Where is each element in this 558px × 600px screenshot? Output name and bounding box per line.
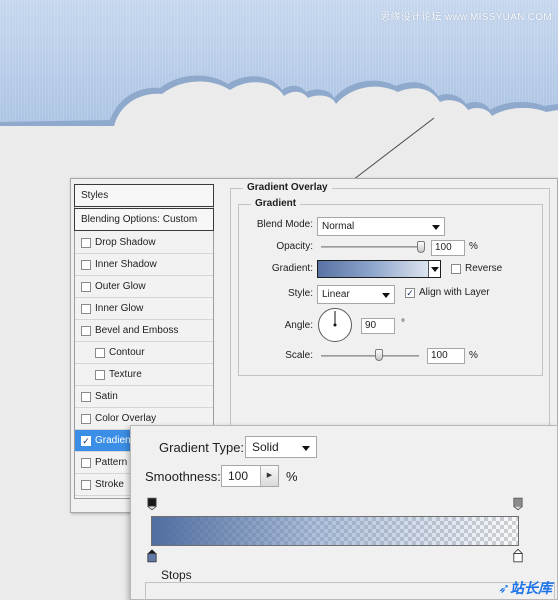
- color-overlay-checkbox[interactable]: [81, 413, 91, 424]
- blend-mode-select[interactable]: Normal: [317, 217, 445, 236]
- style-item-satin[interactable]: Satin: [75, 386, 213, 408]
- style-label: Style:: [287, 288, 313, 299]
- smoothness-label: Smoothness:: [145, 469, 221, 484]
- bevel-and-emboss-checkbox[interactable]: [81, 325, 91, 336]
- scale-input[interactable]: 100: [427, 348, 465, 364]
- gradient-dropdown-button[interactable]: [428, 261, 440, 277]
- texture-checkbox[interactable]: [95, 369, 105, 380]
- style-item-outer-glow[interactable]: Outer Glow: [75, 276, 213, 298]
- logo-text-2: 库: [538, 580, 552, 596]
- contour-checkbox[interactable]: [95, 347, 105, 358]
- gradient-editor-zoom: Gradient Type: Solid Smoothness: 100 ▶ %…: [130, 425, 558, 600]
- style-item-label: Bevel and Emboss: [95, 325, 179, 336]
- align-with-layer-label: Align with Layer: [419, 287, 490, 298]
- chevron-down-icon: [431, 267, 439, 272]
- logo-text-1: 站长: [510, 580, 538, 596]
- style-item-contour[interactable]: Contour: [75, 342, 213, 364]
- inner-shadow-checkbox[interactable]: [81, 259, 91, 270]
- smoothness-percent: %: [286, 469, 298, 484]
- stroke-checkbox[interactable]: [81, 479, 91, 490]
- opacity-slider-thumb[interactable]: [417, 241, 425, 253]
- angle-label: Angle:: [284, 320, 313, 331]
- pattern-overlay-checkbox[interactable]: [81, 457, 91, 468]
- scale-slider-track[interactable]: [321, 355, 419, 357]
- stops-label: Stops: [157, 568, 196, 582]
- style-item-label: Inner Shadow: [95, 259, 157, 270]
- watermark-text: 思缘设计论坛 www.MISSYUAN.COM: [380, 12, 552, 23]
- style-item-label: Gradien: [95, 435, 131, 446]
- align-with-layer-checkbox[interactable]: ✓: [405, 288, 415, 298]
- gradient-type-value: Solid: [252, 440, 279, 454]
- gradient-type-label: Gradient Type:: [159, 440, 245, 455]
- satin-checkbox[interactable]: [81, 391, 91, 402]
- gradient-group-title: Gradient: [251, 198, 301, 209]
- styles-header-label: Styles: [81, 190, 109, 201]
- opacity-stop-right[interactable]: [513, 496, 523, 512]
- spinner-arrow-icon[interactable]: ▶: [260, 466, 278, 486]
- style-select[interactable]: Linear: [317, 285, 395, 304]
- style-item-label: Color Overlay: [95, 413, 157, 424]
- color-stop-right[interactable]: [513, 548, 523, 564]
- style-item-bevel-and-emboss[interactable]: Bevel and Emboss: [75, 320, 213, 342]
- logo-swoosh-icon: ➶: [498, 580, 510, 596]
- watermark-logo: ➶站长库: [498, 578, 552, 598]
- gradient-preview[interactable]: [317, 260, 441, 278]
- opacity-label: Opacity:: [276, 241, 313, 252]
- opacity-slider-track[interactable]: [321, 246, 425, 248]
- style-item-label: Drop Shadow: [95, 237, 156, 248]
- style-item-label: Inner Glow: [95, 303, 144, 314]
- angle-dial[interactable]: [317, 307, 353, 343]
- gradient-label: Gradient:: [271, 263, 313, 274]
- style-value: Linear: [322, 289, 350, 300]
- style-item-inner-glow[interactable]: Inner Glow: [75, 298, 213, 320]
- drop-shadow-checkbox[interactable]: [81, 237, 91, 248]
- style-item-label: Texture: [109, 369, 142, 380]
- smoothness-input[interactable]: 100 ▶: [221, 465, 279, 487]
- smoothness-value: 100: [228, 469, 249, 483]
- scale-label: Scale:: [285, 350, 313, 361]
- reverse-label: Reverse: [465, 263, 503, 274]
- blend-mode-label: Blend Mode:: [256, 219, 313, 230]
- reverse-checkbox[interactable]: [451, 264, 461, 274]
- style-item-drop-shadow[interactable]: Drop Shadow: [75, 232, 213, 254]
- angle-input[interactable]: 90: [361, 318, 395, 334]
- gradient-type-select[interactable]: Solid: [245, 436, 317, 458]
- opacity-input[interactable]: 100: [431, 240, 465, 256]
- style-item-label: Outer Glow: [95, 281, 146, 292]
- scale-slider-thumb[interactable]: [375, 349, 383, 361]
- style-item-label: Stroke: [95, 479, 124, 490]
- gradient-overlay-title: Gradient Overlay: [243, 182, 332, 193]
- chevron-down-icon: [382, 293, 390, 298]
- gradient-preview-bar[interactable]: [151, 516, 519, 546]
- style-item-label: Satin: [95, 391, 118, 402]
- opacity-stop-left[interactable]: [147, 496, 157, 512]
- blend-mode-value: Normal: [322, 221, 355, 232]
- chevron-down-icon: [302, 446, 310, 451]
- gradient-overlay-checkbox[interactable]: ✓: [81, 435, 91, 446]
- angle-degree: °: [401, 318, 405, 329]
- styles-header[interactable]: Styles: [74, 184, 214, 207]
- stops-frame: [145, 582, 555, 600]
- inner-glow-checkbox[interactable]: [81, 303, 91, 314]
- color-stop-left[interactable]: [147, 548, 157, 564]
- outer-glow-checkbox[interactable]: [81, 281, 91, 292]
- style-item-inner-shadow[interactable]: Inner Shadow: [75, 254, 213, 276]
- blending-options[interactable]: Blending Options: Custom: [74, 208, 214, 231]
- chevron-down-icon: [432, 225, 440, 230]
- style-item-texture[interactable]: Texture: [75, 364, 213, 386]
- scale-percent: %: [469, 350, 478, 361]
- opacity-percent: %: [469, 241, 478, 252]
- style-item-label: Contour: [109, 347, 145, 358]
- blending-options-label: Blending Options: Custom: [81, 214, 198, 225]
